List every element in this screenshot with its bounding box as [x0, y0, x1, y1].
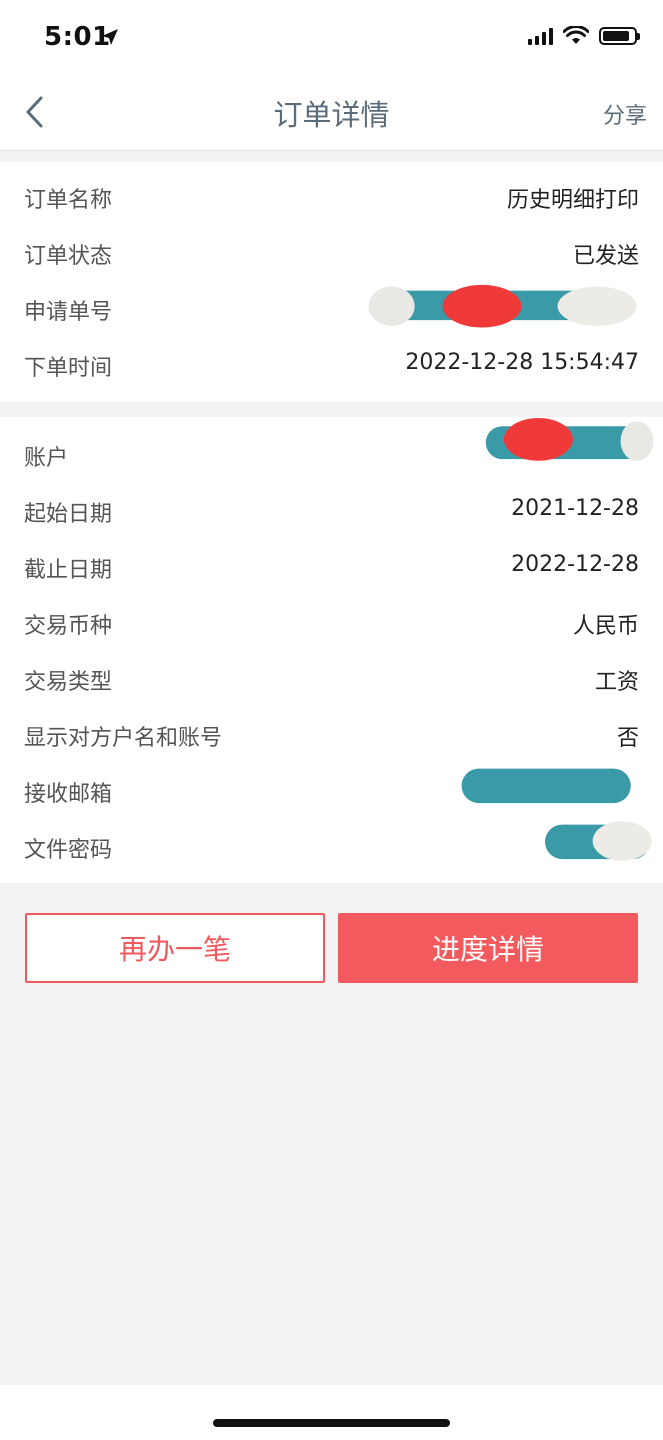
order-time-row: 下单时间 2022-12-28 15:54:47	[0, 336, 663, 392]
end-date-label: 截止日期	[24, 558, 113, 583]
order-name-row: 订单名称 历史明细打印	[0, 168, 663, 224]
email-label: 接收邮箱	[24, 782, 113, 807]
order-status-label: 订单状态	[24, 244, 113, 269]
detail-info-card: 账户 起始日期 2021-12-28 截止日期 2022-12-28 交易币种 …	[0, 417, 663, 883]
wifi-icon	[563, 26, 589, 44]
start-date-row: 起始日期 2021-12-28	[0, 482, 663, 538]
order-name-value: 历史明细打印	[506, 188, 639, 213]
apply-no-row: 申请单号	[0, 280, 663, 336]
show-counterparty-value: 否	[616, 726, 639, 751]
order-status-value: 已发送	[572, 244, 639, 269]
transaction-type-value: 工资	[594, 670, 639, 695]
share-button[interactable]: 分享	[603, 98, 647, 130]
progress-details-button[interactable]: 进度详情	[338, 913, 638, 983]
account-row: 账户	[0, 418, 663, 482]
currency-label: 交易币种	[24, 614, 113, 639]
order-status-row: 订单状态 已发送	[0, 224, 663, 280]
order-time-value: 2022-12-28 15:54:47	[405, 350, 639, 375]
order-time-label: 下单时间	[24, 356, 113, 381]
file-password-label: 文件密码	[24, 838, 113, 863]
show-counterparty-label: 显示对方户名和账号	[24, 726, 223, 751]
home-indicator[interactable]	[213, 1419, 450, 1427]
home-indicator-area	[0, 1385, 663, 1440]
order-name-label: 订单名称	[24, 188, 113, 213]
file-password-row: 文件密码	[0, 818, 663, 874]
show-counterparty-row: 显示对方户名和账号 否	[0, 706, 663, 762]
battery-icon	[599, 27, 640, 45]
status-icons	[528, 26, 640, 46]
nav-bar: 订单详情 分享	[0, 78, 663, 151]
transaction-type-label: 交易类型	[24, 670, 113, 695]
account-label: 账户	[24, 446, 69, 471]
redacted-password	[544, 821, 652, 861]
redacted-email	[461, 768, 631, 804]
redacted-account	[485, 418, 654, 461]
page-title: 订单详情	[273, 98, 390, 132]
redo-order-button[interactable]: 再办一笔	[25, 913, 325, 983]
start-date-label: 起始日期	[24, 502, 113, 527]
transaction-type-row: 交易类型 工资	[0, 650, 663, 706]
cellular-signal-icon	[528, 27, 553, 45]
order-info-card: 订单名称 历史明细打印 订单状态 已发送 申请单号 下单时间 2022-12-2…	[0, 162, 663, 402]
end-date-value: 2022-12-28	[511, 552, 639, 577]
currency-row: 交易币种 人民币	[0, 594, 663, 650]
location-arrow-icon	[102, 29, 118, 45]
status-bar: 5:01	[0, 0, 663, 78]
email-row: 接收邮箱	[0, 762, 663, 818]
redacted-apply-no	[368, 284, 637, 328]
start-date-value: 2021-12-28	[511, 496, 639, 521]
end-date-row: 截止日期 2022-12-28	[0, 538, 663, 594]
currency-value: 人民币	[572, 614, 639, 639]
apply-no-label: 申请单号	[24, 300, 113, 325]
